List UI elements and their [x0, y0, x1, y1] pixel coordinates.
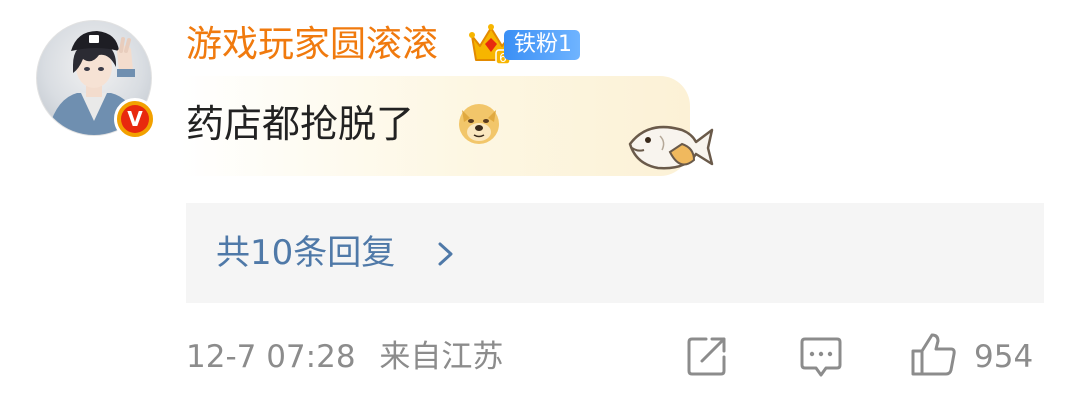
doge-emoji: [459, 104, 499, 144]
share-icon[interactable]: [686, 335, 728, 377]
avatar[interactable]: V: [36, 20, 156, 140]
chevron-right-icon: [438, 242, 453, 266]
like-count: 954: [974, 339, 1034, 375]
fan-badge-label: 铁粉1: [504, 30, 580, 60]
comment-text: 药店都抢脱了: [186, 102, 415, 146]
comment-meta: 12-7 07:28 来自江苏: [186, 334, 503, 380]
verified-v-icon: V: [114, 98, 156, 140]
timestamp: 12-7 07:28: [186, 339, 356, 375]
view-replies-link[interactable]: 共10条回复: [216, 229, 395, 277]
location: 来自江苏: [379, 339, 504, 375]
username[interactable]: 游戏玩家圆滚滚: [186, 22, 438, 68]
replies-box[interactable]: 共10条回复: [186, 203, 1044, 303]
fan-badge[interactable]: 6 铁粉1: [468, 22, 584, 66]
comment-icon[interactable]: [800, 335, 842, 379]
thumbs-up-icon[interactable]: [910, 331, 958, 377]
fish-sticker: [628, 125, 714, 170]
